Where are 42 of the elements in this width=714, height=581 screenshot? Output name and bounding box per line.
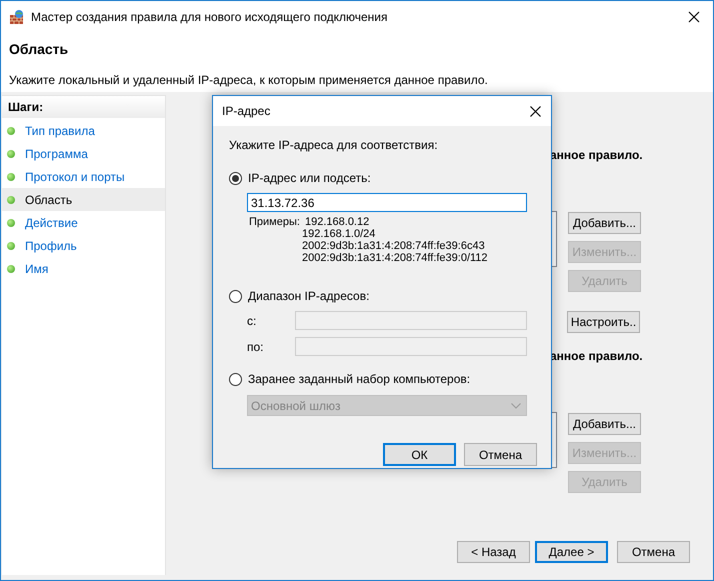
radio-button[interactable] — [229, 172, 242, 184]
step-item[interactable]: Область — [2, 188, 165, 211]
window-title: Мастер создания правила для нового исходящего подключения — [31, 8, 388, 26]
from-label: с: — [247, 312, 258, 330]
radio-button[interactable] — [229, 372, 242, 386]
nav-button[interactable]: Далее > — [535, 541, 608, 563]
example-address: 2002:9d3b:1a31:4:208:74ff:fe39:0/112 — [302, 252, 488, 264]
step-item[interactable]: Имя — [2, 257, 165, 280]
example-address: 2002:9d3b:1a31:4:208:74ff:fe39:6c43 — [302, 240, 486, 252]
step-item[interactable]: Протокол и порты — [2, 165, 165, 188]
close-icon[interactable] — [530, 106, 541, 116]
dialog-prompt: Укажите IP-адреса для соответствия: — [229, 137, 439, 154]
ip-address-field[interactable]: 31.13.72.36 — [247, 193, 527, 212]
to-field[interactable] — [295, 337, 527, 356]
radio-button[interactable] — [229, 290, 242, 302]
list-button[interactable]: Добавить... — [568, 212, 641, 234]
page-description: Укажите локальный и удаленный IP-адреса, к которым применяется данное правило. — [9, 72, 489, 89]
nav-button[interactable]: Отмена — [617, 541, 690, 563]
chevron-down-icon — [511, 402, 521, 408]
option-label[interactable]: IP-адрес или подсеть: — [248, 169, 371, 187]
section-caption: анное правило. — [550, 348, 644, 364]
step-item[interactable]: Тип правила — [2, 119, 165, 142]
option-label[interactable]: Заранее заданный набор компьютеров: — [248, 370, 470, 388]
dialog-title: IP-адрес — [222, 103, 270, 120]
step-item[interactable]: Действие — [2, 211, 165, 234]
from-field[interactable] — [295, 311, 527, 330]
to-label: по: — [247, 338, 265, 356]
step-item[interactable]: Профиль — [2, 234, 165, 257]
option-label[interactable]: Диапазон IP-адресов: — [248, 287, 370, 305]
customize-button[interactable]: Настроить.. — [567, 311, 640, 333]
nav-button[interactable]: < Назад — [457, 541, 530, 563]
page-heading: Область — [9, 40, 70, 59]
dialog-button[interactable]: Отмена — [464, 443, 537, 466]
dialog-button[interactable]: ОК — [383, 443, 456, 466]
examples-label: Примеры: — [249, 216, 301, 230]
firewall-icon — [9, 8, 25, 24]
list-button[interactable]: Добавить... — [568, 413, 641, 435]
step-item[interactable]: Программа — [2, 142, 165, 165]
example-address: 192.168.0.12 — [305, 216, 370, 228]
close-icon[interactable] — [688, 10, 700, 22]
example-address: 192.168.1.0/24 — [302, 228, 376, 240]
section-caption: анное правило. — [550, 147, 644, 163]
